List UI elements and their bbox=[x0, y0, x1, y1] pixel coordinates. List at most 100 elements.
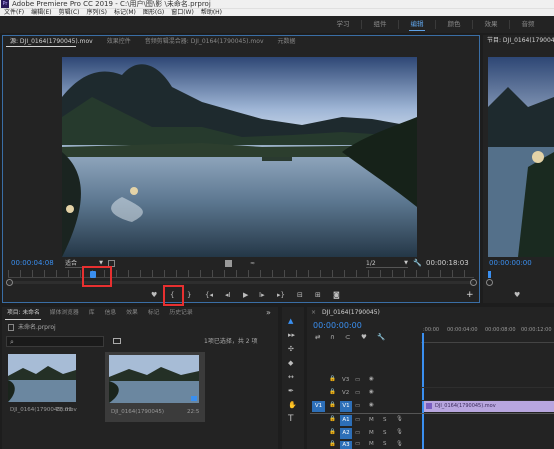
add-marker-icon[interactable]: ♥ bbox=[361, 333, 367, 342]
timeline-timecode[interactable]: 00:00:00:00 bbox=[313, 321, 362, 331]
tab-metadata[interactable]: 元数据 bbox=[271, 36, 303, 48]
tab-sequence[interactable]: DJI_0164(1790045) bbox=[318, 307, 384, 319]
timeline-playhead[interactable] bbox=[422, 333, 424, 449]
lock-icon[interactable]: 🔒 bbox=[329, 416, 336, 422]
workspace-editing[interactable]: 编辑 bbox=[399, 16, 435, 33]
add-marker-icon[interactable]: ♥ bbox=[151, 291, 157, 300]
tab-media-browser[interactable]: 媒体浏览器 bbox=[45, 307, 84, 319]
lock-icon[interactable]: 🔒 bbox=[329, 441, 336, 447]
resolution-dropdown[interactable]: 1/2 ▼ bbox=[366, 259, 408, 268]
menu-graphics[interactable]: 图形(G) bbox=[141, 9, 166, 16]
lock-icon[interactable]: 🔒 bbox=[329, 429, 336, 435]
workspace-audio[interactable]: 音频 bbox=[510, 16, 546, 33]
source-timecode-in[interactable]: 00:00:04:08 bbox=[11, 259, 54, 268]
tab-audio-clip-mixer[interactable]: 音频剪辑混合器: DJI_0164(1790045).mov bbox=[138, 36, 271, 48]
overwrite-icon[interactable]: ⊞ bbox=[315, 291, 321, 300]
type-tool-icon[interactable]: T bbox=[288, 415, 294, 424]
eye-icon[interactable]: ◉ bbox=[369, 376, 374, 382]
track-name[interactable]: A1 bbox=[340, 415, 352, 426]
lock-icon[interactable]: 🔒 bbox=[329, 376, 336, 382]
insert-icon[interactable]: ⊟ bbox=[297, 291, 303, 300]
track-select-tool-icon[interactable]: ▸▸ bbox=[288, 331, 295, 340]
track-name[interactable]: V2 bbox=[342, 390, 349, 396]
solo-button[interactable]: S bbox=[383, 417, 387, 423]
project-search-input[interactable]: ⌕ bbox=[6, 336, 104, 347]
sync-icon[interactable]: ▭ bbox=[355, 377, 360, 383]
snap-icon[interactable]: ∩ bbox=[330, 333, 335, 342]
slip-tool-icon[interactable]: ↔ bbox=[288, 373, 294, 382]
tab-libraries[interactable]: 库 bbox=[84, 307, 100, 319]
pen-tool-icon[interactable]: ✒ bbox=[288, 387, 294, 396]
new-bin-icon[interactable] bbox=[113, 338, 121, 344]
step-back-icon[interactable]: ◂I bbox=[225, 291, 231, 300]
tab-project[interactable]: 项目: 未命名 bbox=[2, 307, 45, 319]
tab-program[interactable]: 节目: DJI_0164(1790045) bbox=[483, 35, 554, 47]
export-frame-icon[interactable]: ◙ bbox=[333, 291, 340, 300]
eye-icon[interactable]: ◉ bbox=[369, 389, 374, 395]
timeline-clip[interactable]: DJI_0164(1790045).mov bbox=[424, 401, 554, 412]
timeline-settings-icon[interactable]: 🔧 bbox=[377, 333, 385, 342]
go-to-in-icon[interactable]: {◂ bbox=[205, 291, 213, 300]
menu-window[interactable]: 窗口(W) bbox=[169, 9, 196, 16]
sync-icon[interactable]: ▭ bbox=[355, 390, 360, 396]
menu-edit[interactable]: 编辑(E) bbox=[29, 9, 53, 16]
source-scroll-bar[interactable] bbox=[8, 281, 474, 284]
menu-clip[interactable]: 剪辑(C) bbox=[57, 9, 82, 16]
timeline-ruler[interactable]: :00:00 00:00:04:00 00:00:08:00 00:00:12:… bbox=[421, 323, 554, 343]
drag-video-icon[interactable] bbox=[225, 260, 232, 267]
tab-info[interactable]: 信息 bbox=[100, 307, 122, 319]
solo-button[interactable]: S bbox=[383, 441, 387, 447]
step-forward-icon[interactable]: I▸ bbox=[259, 291, 265, 300]
menu-sequence[interactable]: 序列(S) bbox=[85, 9, 110, 16]
menu-file[interactable]: 文件(F) bbox=[2, 9, 26, 16]
source-time-ruler[interactable] bbox=[8, 270, 474, 278]
track-name[interactable]: V3 bbox=[342, 377, 349, 383]
track-name[interactable]: A3 bbox=[340, 441, 352, 449]
linked-selection-icon[interactable]: ⊂ bbox=[345, 333, 350, 342]
menu-marker[interactable]: 标记(M) bbox=[112, 9, 138, 16]
nest-icon[interactable]: ⇄ bbox=[315, 333, 320, 342]
lock-icon[interactable]: 🔒 bbox=[329, 402, 336, 408]
program-marker-icon[interactable]: ♥ bbox=[514, 291, 520, 300]
sync-icon[interactable]: ▭ bbox=[355, 441, 360, 447]
scroll-handle-left[interactable] bbox=[6, 279, 13, 286]
microphone-icon[interactable]: 🎙 bbox=[396, 429, 403, 435]
tab-effect-controls[interactable]: 效果控件 bbox=[100, 36, 138, 48]
sync-icon[interactable]: ▭ bbox=[355, 430, 360, 436]
track-name[interactable]: A2 bbox=[340, 428, 352, 439]
clip-tile-selected[interactable]: DJI_0164(1790045) 22:5 bbox=[105, 352, 205, 422]
microphone-icon[interactable]: 🎙 bbox=[396, 441, 403, 447]
close-icon[interactable]: × bbox=[307, 307, 318, 319]
menu-help[interactable]: 帮助(H) bbox=[199, 9, 224, 16]
go-to-out-icon[interactable]: ▸} bbox=[277, 291, 285, 300]
mute-button[interactable]: M bbox=[369, 417, 374, 423]
razor-tool-icon[interactable]: ◆ bbox=[288, 359, 293, 368]
workspace-assembly[interactable]: 组件 bbox=[362, 16, 398, 33]
workspace-color[interactable]: 颜色 bbox=[436, 16, 472, 33]
play-icon[interactable]: ▶ bbox=[243, 291, 248, 300]
program-playhead[interactable] bbox=[488, 271, 491, 278]
mark-out-icon[interactable]: } bbox=[187, 291, 191, 300]
selection-tool-icon[interactable]: ▲ bbox=[288, 317, 293, 326]
tab-effects[interactable]: 效果 bbox=[121, 307, 143, 319]
hand-tool-icon[interactable]: ✋ bbox=[288, 401, 297, 410]
track-name[interactable]: V1 bbox=[340, 401, 352, 412]
tab-markers[interactable]: 标记 bbox=[143, 307, 165, 319]
sync-icon[interactable]: ▭ bbox=[355, 417, 360, 423]
workspace-learn[interactable]: 学习 bbox=[325, 16, 361, 33]
eye-icon[interactable]: ◉ bbox=[369, 402, 374, 408]
drag-audio-icon[interactable]: ≈ bbox=[250, 260, 256, 267]
scroll-handle-right[interactable] bbox=[470, 279, 477, 286]
microphone-icon[interactable]: 🎙 bbox=[396, 416, 403, 422]
wrench-icon[interactable]: 🔧 bbox=[413, 259, 422, 268]
tab-history[interactable]: 历史记录 bbox=[164, 307, 197, 319]
mute-button[interactable]: M bbox=[369, 441, 374, 447]
panel-overflow-button[interactable]: » bbox=[266, 307, 271, 319]
sync-icon[interactable]: ▭ bbox=[355, 403, 360, 409]
lock-icon[interactable]: 🔒 bbox=[329, 389, 336, 395]
ripple-edit-tool-icon[interactable]: ✣ bbox=[288, 345, 294, 354]
mute-button[interactable]: M bbox=[369, 430, 374, 436]
workspace-effects[interactable]: 效果 bbox=[473, 16, 509, 33]
clip-tile[interactable]: DJI_0164(1790045).mov 18:03 bbox=[8, 354, 77, 417]
program-scroll-handle[interactable] bbox=[486, 279, 493, 286]
